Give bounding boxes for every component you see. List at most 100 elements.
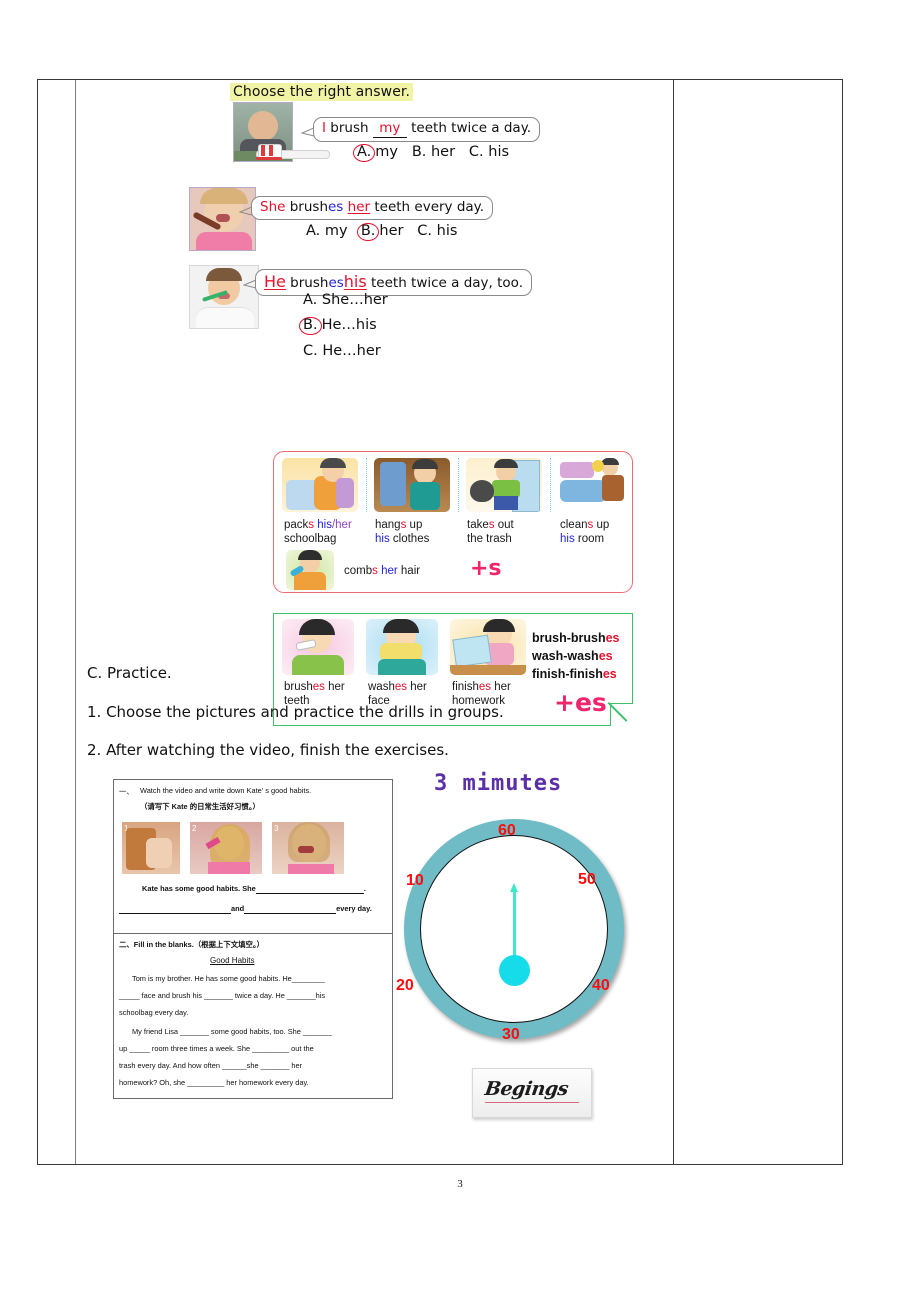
- q2-rest: teeth every day.: [374, 199, 485, 215]
- timer-mark-60: 60: [498, 822, 516, 839]
- ws-kate-image-1: 1: [122, 822, 180, 874]
- q3-rest: teeth twice a day, too.: [371, 275, 523, 291]
- q1-option-c[interactable]: C. his: [469, 144, 509, 160]
- begin-button-underline: [485, 1102, 579, 1104]
- ws-p2-line-3: schoolbag every day.: [119, 1008, 189, 1017]
- plus-s-marker: +s: [470, 556, 502, 581]
- combs-suffix: s: [372, 565, 378, 577]
- ws-image-3-label: 3: [274, 824, 279, 833]
- practice-heading: C. Practice.: [87, 664, 172, 682]
- table-column-left: [38, 80, 76, 1164]
- q3-verb-stem: brush: [290, 275, 329, 291]
- q1-option-b[interactable]: B. her: [412, 144, 455, 160]
- q2-option-b-marker[interactable]: B.: [356, 223, 380, 242]
- washes-stem: wash: [368, 681, 395, 693]
- combs-tail: hair: [400, 565, 421, 577]
- q1-verb: brush: [330, 120, 369, 136]
- table-column-right: [674, 80, 842, 1164]
- worksheet-part-1: 一、 Watch the video and write down Kate' …: [114, 780, 392, 934]
- bubble-tail-icon: [243, 279, 256, 289]
- packs-pron2: her: [335, 519, 352, 531]
- cleans-mid: up: [596, 519, 610, 531]
- takes-out-trash-image: [466, 458, 542, 512]
- ws-p2-title: 二、Fill in the blanks.（根据上下文填空。）: [119, 939, 264, 950]
- timer-mark-10: 10: [406, 872, 424, 889]
- q3-option-b-label[interactable]: He…his: [322, 317, 377, 333]
- takes-stem: take: [467, 519, 489, 531]
- cleans-stem: clean: [560, 519, 588, 531]
- washes-suffix: es: [394, 681, 408, 693]
- page-fold-corner-icon: [610, 703, 633, 726]
- timer-begin-label: Begings: [483, 1078, 570, 1100]
- washes-face-image: [366, 619, 438, 675]
- table-column-main: Choose the right answer. I brush my teet…: [76, 80, 674, 1164]
- q1-options: A. my B. her C. his: [353, 144, 509, 163]
- ws-kate-image-2: 2: [190, 822, 262, 874]
- ws-p1-line1-text: Kate has some good habits. She: [142, 884, 256, 893]
- hangs-suffix: s: [400, 519, 407, 531]
- combs-pron1: her: [381, 565, 398, 577]
- divider-3: [550, 458, 551, 512]
- countdown-timer: 3 mimutes 60 50 40 30 20 10 Begings: [384, 771, 654, 1118]
- caption-packs: packs his/her schoolbag: [284, 518, 370, 547]
- rule-2-suffix: es: [598, 649, 613, 664]
- q3-option-b[interactable]: B. He…his: [299, 317, 377, 336]
- hangs-mid: up: [409, 519, 423, 531]
- q1-subject: I: [322, 120, 326, 136]
- q2-option-b-label[interactable]: her: [379, 223, 403, 239]
- combs-hair-image: [286, 550, 334, 590]
- timer-mark-20: 20: [396, 977, 414, 994]
- divider-2: [458, 458, 459, 512]
- timer-hand: [510, 883, 518, 963]
- q3-photo: [189, 265, 259, 329]
- caption-combs: combs her hair: [344, 564, 464, 578]
- ws-image-2-label: 2: [192, 824, 197, 833]
- q3-option-c[interactable]: C. He…her: [303, 343, 381, 359]
- divider-1: [366, 458, 367, 512]
- hangs-stem: hang: [375, 519, 401, 531]
- timer-title: 3 mimutes: [434, 771, 563, 796]
- q1-rest: teeth twice a day.: [411, 120, 532, 136]
- q1-option-a-marker[interactable]: A.: [353, 144, 376, 163]
- ws-p1-line2-end: every day.: [336, 904, 372, 913]
- q2-photo: [189, 187, 256, 251]
- ws-p1-number: 一、: [119, 787, 134, 796]
- packs-tail: schoolbag: [284, 533, 337, 546]
- takes-tail: the trash: [467, 533, 512, 546]
- ws-p2-heading: Good Habits: [210, 956, 255, 965]
- q2-subject: She: [260, 199, 286, 215]
- timer-mark-40: 40: [592, 977, 610, 994]
- q1-blank: my: [372, 120, 407, 138]
- q2-verb-suffix: es: [328, 199, 344, 215]
- q2-option-c[interactable]: C. his: [417, 223, 457, 239]
- q3-option-a[interactable]: A. She…her: [303, 292, 388, 308]
- rule-2-stem: wash-wash: [532, 649, 599, 664]
- ws-p2-line-5: up _____ room three times a week. She __…: [119, 1044, 314, 1053]
- page-number: 3: [457, 1178, 463, 1190]
- packs-suffix: s: [308, 519, 315, 531]
- q2-options: A. my B. her C. his: [306, 223, 457, 242]
- q1-option-a-label[interactable]: my: [375, 144, 398, 160]
- timer-begin-button[interactable]: Begings: [472, 1068, 592, 1118]
- ws-p2-number: 二、: [119, 940, 134, 949]
- rule-3-suffix: es: [602, 667, 617, 682]
- bubble-tail-icon: [301, 127, 314, 137]
- q3-option-b-marker[interactable]: B.: [299, 317, 322, 336]
- q2-speech-bubble: She brushes her teeth every day.: [239, 196, 494, 220]
- hangs-tail: clothes: [392, 533, 430, 546]
- rule-1-suffix: es: [605, 631, 620, 645]
- packs-schoolbag-image: [282, 458, 358, 512]
- combs-stem: comb: [344, 565, 373, 577]
- q2-blank: her: [347, 199, 371, 215]
- q2-verb-stem: brush: [289, 199, 328, 215]
- bubble-tail-icon: [239, 206, 252, 216]
- q3-subject: He: [264, 272, 286, 291]
- lesson-plan-table: Choose the right answer. I brush my teet…: [37, 79, 843, 1165]
- ws-p2-line-1: Tom is my brother. He has some good habi…: [132, 974, 325, 983]
- brushes-stem: brush: [284, 681, 313, 693]
- timer-mark-50: 50: [578, 871, 596, 888]
- ws-p1-subtitle: （请写下 Kate 的日常生活好习惯。）: [140, 802, 260, 811]
- q2-option-a[interactable]: A. my: [306, 223, 348, 239]
- practice-step-1: 1. Choose the pictures and practice the …: [87, 703, 504, 721]
- ws-kate-image-3: 3: [272, 822, 344, 874]
